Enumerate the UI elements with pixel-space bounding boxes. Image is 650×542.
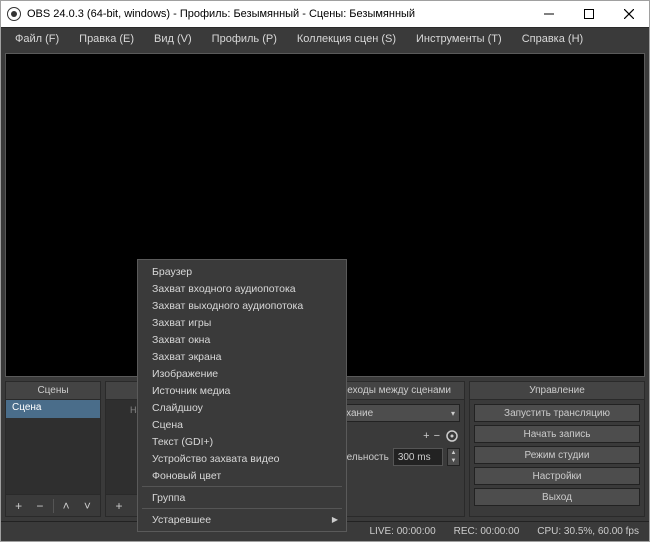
context-item[interactable]: Захват выходного аудиопотока (138, 297, 346, 314)
add-source-context-menu: БраузерЗахват входного аудиопотокаЗахват… (137, 259, 347, 532)
remove-transition-button[interactable]: − (434, 430, 440, 442)
add-transition-button[interactable]: + (423, 430, 429, 442)
context-item[interactable]: Захват окна (138, 331, 346, 348)
scenes-dock: Сцены Сцена + − ˄ ˅ (5, 381, 101, 517)
minimize-button[interactable] (529, 1, 569, 27)
scene-item[interactable]: Сцена (6, 400, 100, 418)
context-item[interactable]: Источник медиа (138, 382, 346, 399)
exit-button[interactable]: Выход (474, 488, 640, 506)
remove-scene-button[interactable]: − (31, 497, 48, 515)
context-item[interactable]: Устаревшее (138, 511, 346, 528)
context-item[interactable]: Захват игры (138, 314, 346, 331)
controls-header: Управление (470, 382, 644, 400)
window-title: OBS 24.0.3 (64-bit, windows) - Профиль: … (27, 8, 415, 20)
menu-file[interactable]: Файл (F) (7, 31, 67, 47)
context-item[interactable]: Устройство захвата видео (138, 450, 346, 467)
context-item[interactable]: Слайдшоу (138, 399, 346, 416)
context-item[interactable]: Сцена (138, 416, 346, 433)
duration-stepper[interactable]: ▲▼ (447, 448, 460, 466)
controls-dock: Управление Запустить трансляцию Начать з… (469, 381, 645, 517)
menu-separator (142, 486, 342, 487)
menu-help[interactable]: Справка (H) (514, 31, 591, 47)
menu-edit[interactable]: Правка (E) (71, 31, 142, 47)
duration-field[interactable]: 300 ms (393, 448, 443, 466)
scene-down-button[interactable]: ˅ (79, 497, 96, 515)
context-item[interactable]: Изображение (138, 365, 346, 382)
start-recording-button[interactable]: Начать запись (474, 425, 640, 443)
transition-settings-button[interactable] (444, 428, 460, 444)
context-item[interactable]: Браузер (138, 263, 346, 280)
menubar: Файл (F) Правка (E) Вид (V) Профиль (P) … (1, 27, 649, 49)
add-source-button[interactable]: + (110, 497, 128, 515)
settings-button[interactable]: Настройки (474, 467, 640, 485)
chevron-down-icon: ▾ (451, 409, 455, 418)
studio-mode-button[interactable]: Режим студии (474, 446, 640, 464)
maximize-button[interactable] (569, 1, 609, 27)
context-item[interactable]: Захват входного аудиопотока (138, 280, 346, 297)
add-scene-button[interactable]: + (10, 497, 27, 515)
scenes-list[interactable]: Сцена (6, 400, 100, 494)
scene-up-button[interactable]: ˄ (57, 497, 74, 515)
menu-tools[interactable]: Инструменты (T) (408, 31, 510, 47)
menu-view[interactable]: Вид (V) (146, 31, 200, 47)
scenes-header: Сцены (6, 382, 100, 400)
menu-profile[interactable]: Профиль (P) (204, 31, 285, 47)
titlebar: OBS 24.0.3 (64-bit, windows) - Профиль: … (1, 1, 649, 27)
status-live: LIVE: 00:00:00 (369, 526, 435, 537)
context-item[interactable]: Текст (GDI+) (138, 433, 346, 450)
start-streaming-button[interactable]: Запустить трансляцию (474, 404, 640, 422)
context-item[interactable]: Группа (138, 489, 346, 506)
context-item[interactable]: Захват экрана (138, 348, 346, 365)
obs-logo-icon (7, 7, 21, 21)
menu-scene-collection[interactable]: Коллекция сцен (S) (289, 31, 404, 47)
status-cpu: CPU: 30.5%, 60.00 fps (537, 526, 639, 537)
context-item[interactable]: Фоновый цвет (138, 467, 346, 484)
status-rec: REC: 00:00:00 (454, 526, 520, 537)
close-button[interactable] (609, 1, 649, 27)
menu-separator (142, 508, 342, 509)
